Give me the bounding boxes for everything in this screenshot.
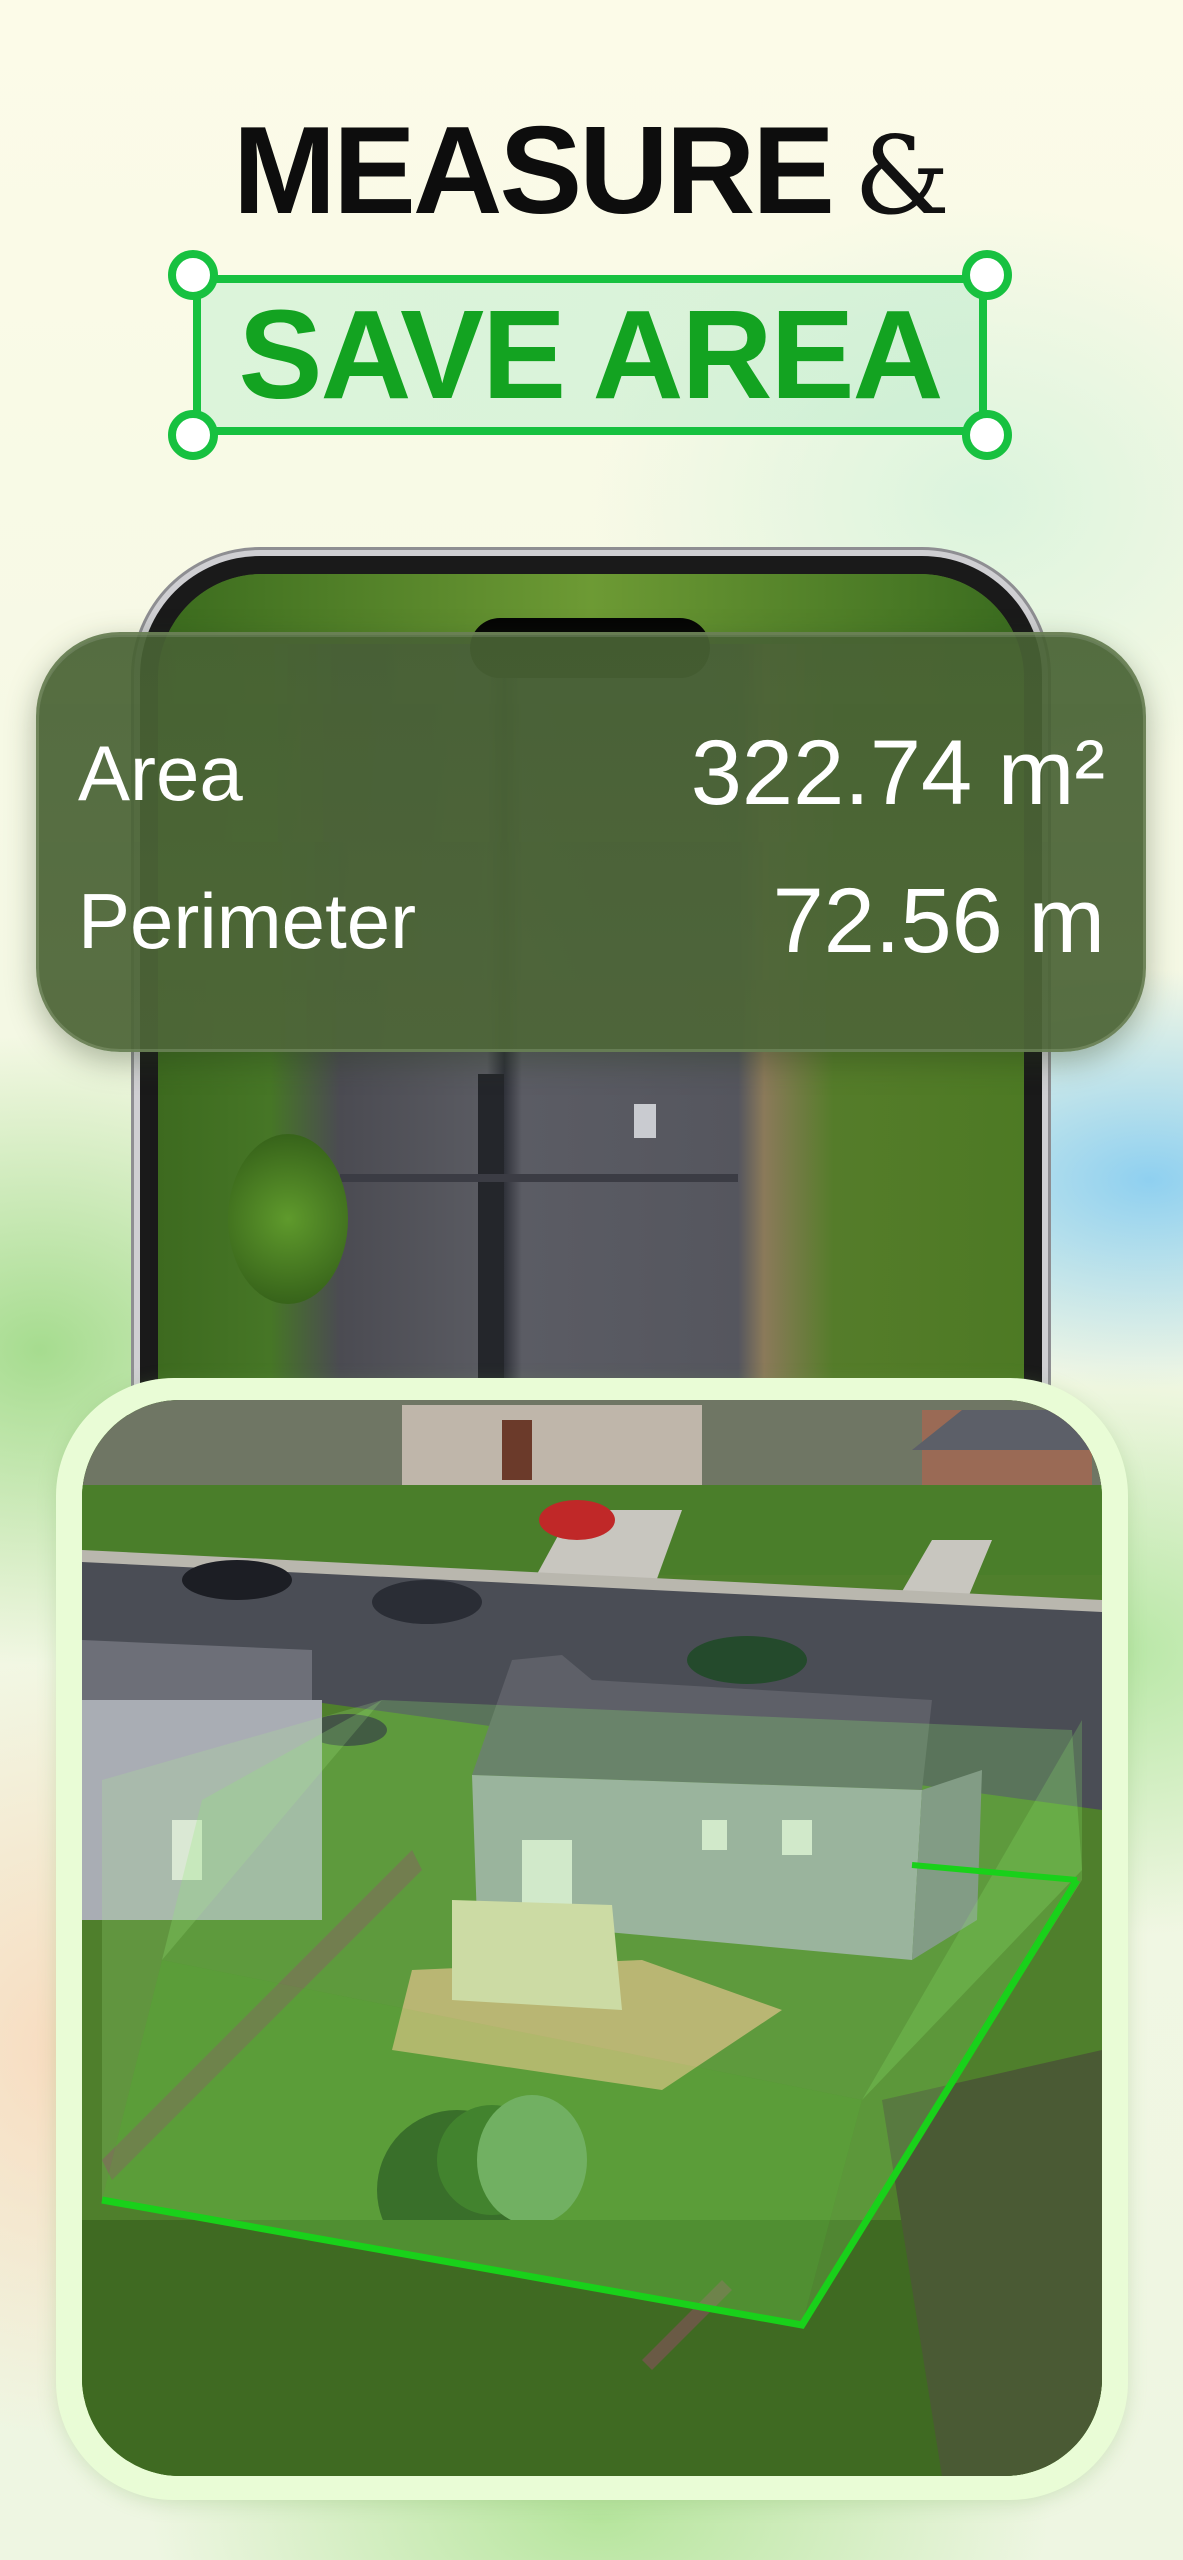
roof-shadow: [478, 1074, 505, 1416]
car: [687, 1636, 807, 1684]
headline-ampersand: &: [853, 114, 951, 239]
headline-save-area: SAVE AREA: [238, 284, 943, 425]
tree: [228, 1134, 348, 1304]
car: [182, 1560, 292, 1600]
headline-selection-box: SAVE AREA: [193, 275, 987, 435]
area-label: Area: [78, 728, 243, 817]
corner-handle-icon: [168, 250, 218, 300]
perimeter-value: 72.56 m: [772, 869, 1105, 972]
neighbor-house: [402, 1405, 702, 1485]
perimeter-row: Perimeter 72.56 m: [78, 866, 1105, 976]
left-roof: [82, 1640, 312, 1710]
measurement-card: [36, 632, 1146, 1052]
area-row: Area 322.74 m²: [78, 718, 1105, 828]
roof-vent: [634, 1104, 657, 1138]
corner-handle-icon: [962, 410, 1012, 460]
corner-handle-icon: [962, 250, 1012, 300]
neighbor-door: [502, 1420, 532, 1480]
aerial-photo: [82, 1400, 1102, 2476]
area-value: 322.74 m²: [690, 721, 1105, 824]
car: [372, 1580, 482, 1624]
corner-handle-icon: [168, 410, 218, 460]
aerial-scene: [82, 1400, 1102, 2476]
headline-line-1: MEASURE &: [0, 100, 1183, 250]
roof-ridge: [339, 1174, 739, 1182]
red-car: [539, 1500, 615, 1540]
headline-measure: MEASURE: [232, 102, 835, 240]
perimeter-label: Perimeter: [78, 876, 417, 965]
